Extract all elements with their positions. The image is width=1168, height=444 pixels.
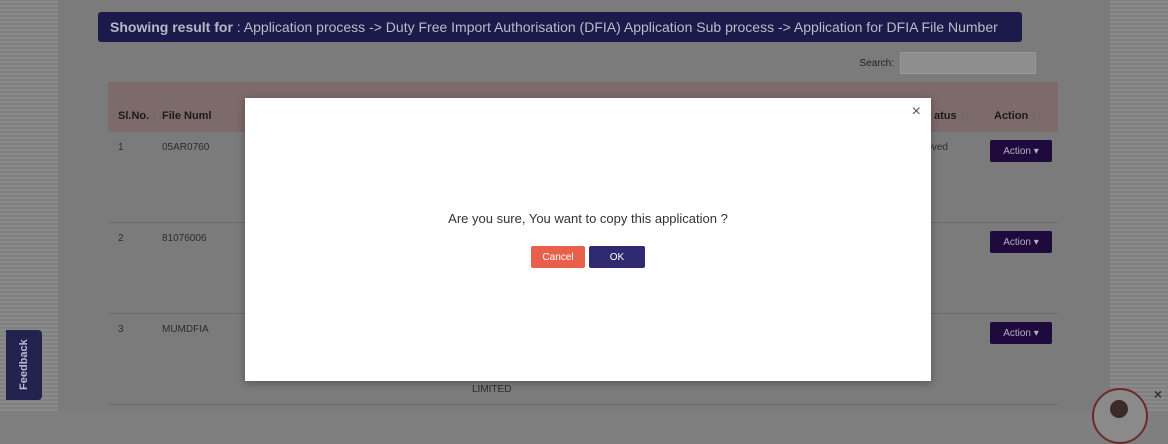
- header-sl-no[interactable]: Sl.No. ↑↓: [118, 110, 163, 122]
- result-banner: Showing result for : Application process…: [98, 12, 1022, 42]
- header-status[interactable]: atus ↑↓: [934, 110, 971, 122]
- page-side-right: [1110, 0, 1168, 411]
- sort-icon: ↑↓: [959, 110, 971, 122]
- action-button[interactable]: Action ▾: [990, 231, 1052, 253]
- search-label: Search:: [859, 57, 894, 69]
- chat-close-icon[interactable]: ×: [1154, 386, 1162, 402]
- feedback-tab[interactable]: Feedback: [6, 330, 42, 400]
- result-banner-label: Showing result for: [110, 19, 233, 35]
- row-file-number: 05AR0760: [162, 142, 210, 153]
- row-file-number: 81076006: [162, 233, 207, 244]
- search-input[interactable]: [900, 52, 1036, 74]
- row-file-number: MUMDFIA: [162, 324, 209, 335]
- row-sl-no: 2: [118, 233, 124, 244]
- confirm-message: Are you sure, You want to copy this appl…: [448, 211, 728, 226]
- result-banner-path: : Application process -> Duty Free Impor…: [232, 19, 998, 35]
- header-action[interactable]: Action ↑↓: [994, 110, 1042, 122]
- header-action-label: Action: [994, 110, 1029, 122]
- chat-assistant-button[interactable]: [1092, 388, 1148, 444]
- confirm-dialog: × Are you sure, You want to copy this ap…: [245, 98, 931, 381]
- header-sl-no-label: Sl.No.: [118, 110, 150, 122]
- header-file-number[interactable]: File Numl: [162, 110, 212, 122]
- action-button[interactable]: Action ▾: [990, 140, 1052, 162]
- header-status-label: atus: [934, 110, 957, 122]
- dialog-actions: Cancel OK: [245, 246, 931, 268]
- close-icon[interactable]: ×: [912, 104, 921, 120]
- row-sl-no: 1: [118, 142, 124, 153]
- action-button[interactable]: Action ▾: [990, 322, 1052, 344]
- ok-button[interactable]: OK: [589, 246, 645, 268]
- sort-icon: ↑↓: [1031, 110, 1043, 122]
- assistant-avatar-icon: [1110, 400, 1128, 418]
- search-area: Search:: [860, 52, 1036, 74]
- cancel-button[interactable]: Cancel: [531, 246, 585, 268]
- row-sl-no: 3: [118, 324, 124, 335]
- row-entity-text: LIMITED: [472, 384, 512, 395]
